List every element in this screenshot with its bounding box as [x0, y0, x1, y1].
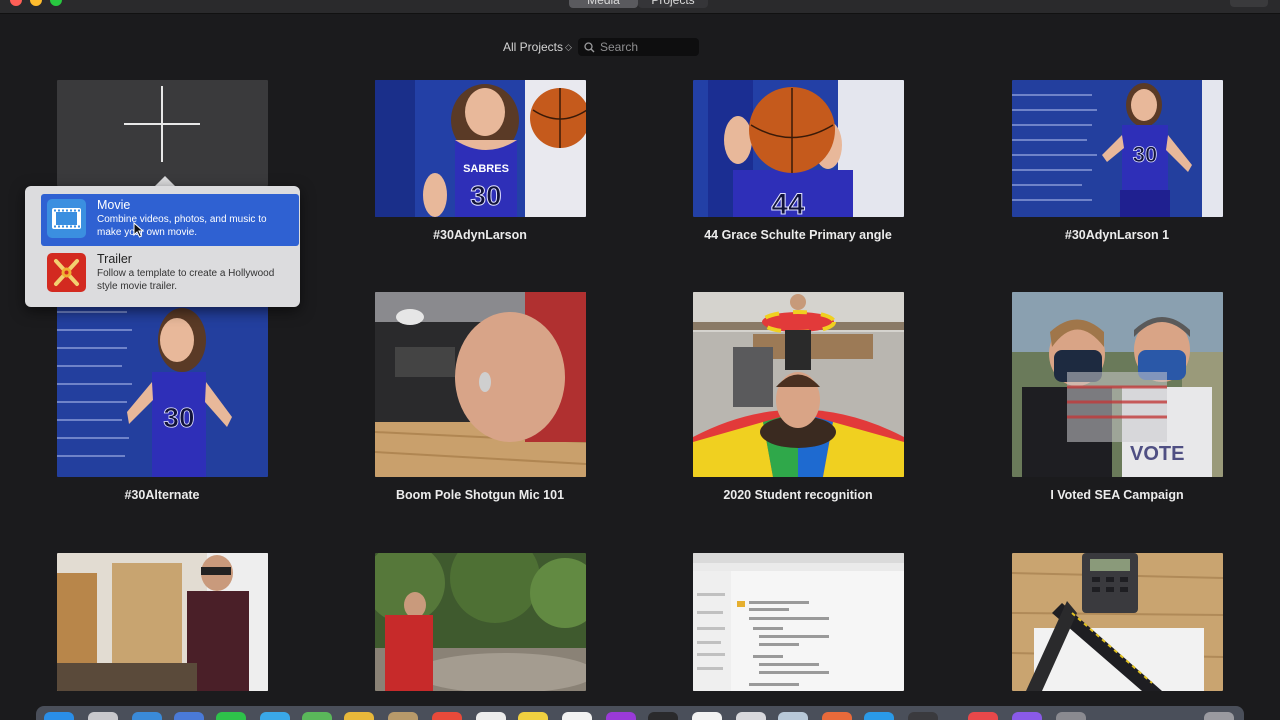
project-thumbnail-30adynlarson[interactable]: SABRES 30 [375, 80, 586, 217]
thumbnail-image: 30 [1012, 80, 1223, 217]
dock-app-facetime-icon[interactable] [260, 712, 290, 720]
project-thumbnail-2020-student-recognition[interactable] [693, 292, 904, 477]
dock-trash-icon[interactable] [1204, 712, 1234, 720]
project-thumbnail-i-voted-sea[interactable]: VOTE [1012, 292, 1223, 477]
toolbar-button-right[interactable] [1230, 0, 1268, 7]
project-thumbnail-outdoor[interactable] [375, 553, 586, 691]
new-project-tile[interactable] [57, 80, 268, 186]
dock-app-other-icon[interactable] [1012, 712, 1042, 720]
project-title: #30AdynLarson 1 [1064, 228, 1170, 242]
film-strip-icon [47, 199, 86, 238]
thumbnail-image [375, 292, 586, 477]
search-icon [584, 41, 595, 52]
dock-app-calendar-icon[interactable] [432, 712, 462, 720]
dock-app-numbers-icon[interactable] [778, 712, 808, 720]
dock-app-safari-icon[interactable] [132, 712, 162, 720]
dock-app-settings-icon[interactable] [1056, 712, 1086, 720]
project-title: I Voted SEA Campaign [1050, 488, 1184, 502]
project-title: 44 Grace Schulte Primary angle [704, 228, 892, 242]
new-trailer-option[interactable]: Trailer Follow a template to create a Ho… [41, 248, 299, 300]
project-title: 2020 Student recognition [723, 488, 873, 502]
new-movie-option[interactable]: Movie Combine videos, photos, and music … [41, 194, 299, 246]
project-thumbnail-boom-pole[interactable] [375, 292, 586, 477]
popover-arrow [155, 176, 175, 186]
window-zoom-button[interactable] [50, 0, 62, 6]
thumbnail-image: SABRES 30 [375, 80, 586, 217]
mouse-pointer-icon [133, 222, 145, 238]
movie-option-title: Movie [97, 198, 131, 212]
movie-option-description: Combine videos, photos, and music to mak… [97, 214, 267, 238]
dock-app-appstore-icon[interactable] [864, 712, 894, 720]
project-filter-dropdown[interactable]: All Projects ◇ [503, 40, 572, 54]
dock-app-imovie-icon[interactable] [908, 712, 938, 720]
project-thumbnail-woodshop[interactable] [57, 553, 268, 691]
thumbnail-image [1012, 553, 1223, 691]
thumbnail-image: VOTE [1012, 292, 1223, 477]
svg-text:VOTE: VOTE [1130, 443, 1184, 465]
project-thumbnail-measuring[interactable] [1012, 553, 1223, 691]
dock-app-chrome-icon[interactable] [562, 712, 592, 720]
project-title: Boom Pole Shotgun Mic 101 [395, 488, 565, 502]
project-title: #30Alternate [124, 488, 200, 502]
tab-media[interactable]: Media [569, 0, 638, 8]
new-project-popover: Movie Combine videos, photos, and music … [25, 186, 300, 307]
dock-app-music-icon[interactable] [692, 712, 722, 720]
dock-app-messages-icon[interactable] [216, 712, 246, 720]
thumbnail-image [693, 553, 904, 691]
dock-app-reminders-icon[interactable] [476, 712, 506, 720]
dock-app-finder-icon[interactable] [44, 712, 74, 720]
project-thumbnail-30adynlarson-1[interactable]: 30 [1012, 80, 1223, 217]
window-close-button[interactable] [10, 0, 22, 6]
title-bar: Media Projects [0, 0, 1280, 14]
dock-app-maps-icon[interactable] [302, 712, 332, 720]
dock-app-contacts-icon[interactable] [388, 712, 418, 720]
search-placeholder: Search [600, 40, 639, 54]
search-field[interactable]: Search [578, 38, 699, 56]
clapper-icon [47, 253, 86, 292]
thumbnail-image: 44 [693, 80, 904, 217]
svg-text:30: 30 [163, 402, 194, 433]
thumbnail-image [693, 292, 904, 477]
project-title: #30AdynLarson [433, 228, 527, 242]
dock-app-tv-icon[interactable] [648, 712, 678, 720]
dock-app-preview-icon[interactable] [736, 712, 766, 720]
dock-app-mail-icon[interactable] [174, 712, 204, 720]
tab-projects[interactable]: Projects [638, 0, 708, 8]
svg-text:44: 44 [771, 188, 805, 217]
dock-app-photos-icon[interactable] [344, 712, 374, 720]
dock-app-podcasts-icon[interactable] [606, 712, 636, 720]
dock-app-notes-icon[interactable] [518, 712, 548, 720]
svg-text:30: 30 [1133, 142, 1157, 167]
trailer-option-description: Follow a template to create a Hollywood … [97, 268, 275, 292]
thumbnail-image: 30 [57, 292, 268, 477]
project-thumbnail-30alternate[interactable]: 30 [57, 292, 268, 477]
trailer-option-title: Trailer [97, 252, 132, 266]
thumbnail-image [57, 553, 268, 691]
project-thumbnail-44-grace-schulte[interactable]: 44 [693, 80, 904, 217]
svg-text:SABRES: SABRES [463, 163, 509, 175]
svg-text:30: 30 [470, 180, 501, 211]
project-filter-label: All Projects [503, 40, 564, 54]
window-minimize-button[interactable] [30, 0, 42, 6]
chevron-updown-icon: ◇ [565, 41, 572, 52]
project-thumbnail-document[interactable] [693, 553, 904, 691]
dock-app-zoom-icon[interactable] [968, 712, 998, 720]
dock-app-keynote-icon[interactable] [822, 712, 852, 720]
thumbnail-image [375, 553, 586, 691]
dock-app-launchpad-icon[interactable] [88, 712, 118, 720]
